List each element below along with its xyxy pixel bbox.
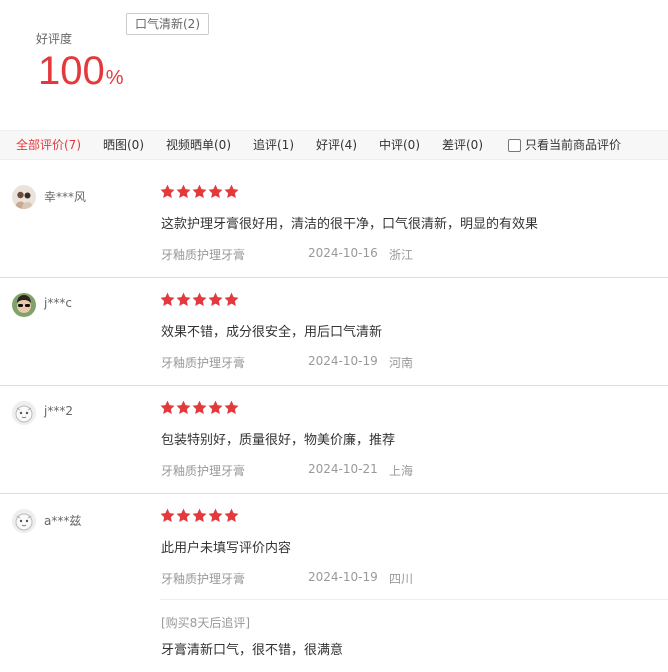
review-stars — [160, 508, 239, 523]
review-meta: 牙釉质护理牙膏 2024-10-19 四川 — [161, 570, 413, 587]
star-icon — [208, 400, 223, 414]
review-region: 浙江 — [389, 248, 414, 262]
review-date: 2024-10-19 — [308, 570, 378, 584]
review-username: 幸***风 — [44, 190, 87, 204]
star-icon — [224, 400, 239, 414]
review-item: a***兹 此用户未填写评价内容 牙釉质护理牙膏 2024-10-19 四川 [… — [0, 494, 668, 672]
star-icon — [176, 400, 191, 414]
avatar-sunglasses-photo-icon — [12, 293, 36, 317]
star-icon — [160, 400, 175, 414]
review-product: 牙釉质护理牙膏 — [161, 248, 246, 262]
star-icon — [160, 184, 175, 198]
user-avatar[interactable] — [12, 293, 36, 317]
review-username: a***兹 — [44, 514, 82, 528]
user-avatar[interactable] — [12, 185, 36, 209]
star-icon — [160, 508, 175, 522]
avatar-couple-photo-icon — [12, 185, 36, 209]
review-region: 四川 — [389, 572, 414, 586]
review-stars — [160, 400, 239, 415]
only-current-label: 只看当前商品评价 — [525, 138, 622, 152]
review-content: 包装特别好，质量很好，物美价廉，推荐 — [161, 433, 396, 448]
review-item: j***2 包装特别好，质量很好，物美价廉，推荐 牙釉质护理牙膏 2024-10… — [0, 386, 668, 494]
star-icon — [176, 292, 191, 306]
review-username: j***2 — [44, 404, 73, 418]
review-product: 牙釉质护理牙膏 — [161, 572, 246, 586]
star-icon — [192, 184, 207, 198]
review-item: j***c 效果不错，成分很安全，用后口气清新 牙釉质护理牙膏 2024-10-… — [0, 278, 668, 386]
review-tag-fresh-breath[interactable]: 口气清新(2) — [126, 13, 209, 35]
review-product: 牙釉质护理牙膏 — [161, 464, 246, 478]
review-product: 牙釉质护理牙膏 — [161, 356, 246, 370]
review-meta: 牙釉质护理牙膏 2024-10-16 浙江 — [161, 246, 413, 263]
review-date: 2024-10-21 — [308, 462, 378, 476]
positive-rate-value: 100% — [38, 48, 124, 101]
star-icon — [208, 292, 223, 306]
review-filter-bar: 全部评价(7) 晒图(0) 视频晒单(0) 追评(1) 好评(4) 中评(0) … — [0, 130, 668, 160]
review-username: j***c — [44, 296, 72, 310]
star-icon — [224, 184, 239, 198]
user-avatar[interactable] — [12, 401, 36, 425]
positive-rate-number: 100 — [38, 49, 105, 93]
rating-summary: 好评度 100% 口气清新(2) — [0, 0, 668, 130]
review-region: 河南 — [389, 356, 414, 370]
append-review-label: [购买8天后追评] — [161, 616, 250, 630]
tab-video-reviews[interactable]: 视频晒单(0) — [166, 131, 231, 159]
star-icon — [208, 184, 223, 198]
review-item: 幸***风 这款护理牙膏很好用，清洁的很干净，口气很清新，明显的有效果 牙釉质护… — [0, 160, 668, 278]
review-content: 效果不错，成分很安全，用后口气清新 — [161, 325, 383, 340]
only-current-checkbox[interactable] — [508, 138, 521, 152]
review-date: 2024-10-19 — [308, 354, 378, 368]
user-avatar[interactable] — [12, 509, 36, 533]
review-content: 这款护理牙膏很好用，清洁的很干净，口气很清新，明显的有效果 — [161, 217, 539, 232]
avatar-default-cartoon-icon — [12, 401, 36, 425]
star-icon — [192, 400, 207, 414]
only-current-product-toggle[interactable]: 只看当前商品评价 — [508, 131, 621, 159]
append-review-content: 牙膏清新口气，很不错，很满意 — [161, 643, 344, 658]
star-icon — [192, 292, 207, 306]
review-stars — [160, 292, 239, 307]
avatar-default-cartoon-icon — [12, 509, 36, 533]
star-icon — [224, 508, 239, 522]
review-meta: 牙釉质护理牙膏 2024-10-21 上海 — [161, 462, 413, 479]
tab-neutral-reviews[interactable]: 中评(0) — [379, 131, 420, 159]
tab-photo-reviews[interactable]: 晒图(0) — [103, 131, 144, 159]
tab-negative-reviews[interactable]: 差评(0) — [442, 131, 483, 159]
tab-follow-up-reviews[interactable]: 追评(1) — [253, 131, 294, 159]
star-icon — [160, 292, 175, 306]
review-date: 2024-10-16 — [308, 246, 378, 260]
star-icon — [224, 292, 239, 306]
star-icon — [208, 508, 223, 522]
star-icon — [176, 508, 191, 522]
tab-positive-reviews[interactable]: 好评(4) — [316, 131, 357, 159]
review-stars — [160, 184, 239, 199]
positive-rate-label: 好评度 — [36, 32, 73, 46]
tab-all-reviews[interactable]: 全部评价(7) — [16, 131, 81, 159]
review-content: 此用户未填写评价内容 — [161, 541, 292, 556]
review-meta: 牙釉质护理牙膏 2024-10-19 河南 — [161, 354, 413, 371]
star-icon — [192, 508, 207, 522]
positive-rate-unit: % — [105, 67, 124, 89]
append-divider — [160, 599, 668, 600]
review-region: 上海 — [389, 464, 414, 478]
star-icon — [176, 184, 191, 198]
